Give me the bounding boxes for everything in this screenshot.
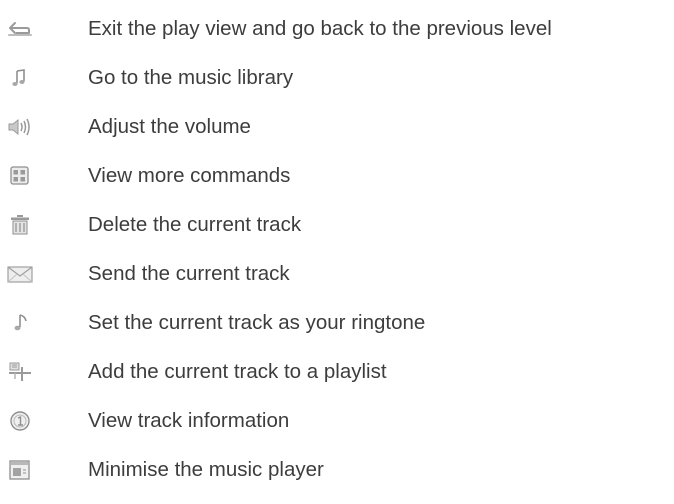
legend-label: View track information — [88, 409, 290, 432]
legend-row-send: Send the current track — [0, 255, 674, 295]
minimise-icon — [7, 459, 33, 481]
legend-label: Go to the music library — [88, 66, 294, 89]
more-commands-icon — [7, 165, 33, 187]
trash-icon — [7, 214, 33, 236]
legend-row-ringtone: Set the current track as your ringtone — [0, 304, 674, 344]
legend-label: Add the current track to a playlist — [88, 360, 387, 383]
legend-row-minimise: Minimise the music player — [0, 451, 674, 491]
icon-legend: Exit the play view and go back to the pr… — [0, 0, 674, 504]
ringtone-icon — [7, 312, 33, 334]
legend-label: Exit the play view and go back to the pr… — [88, 17, 552, 40]
legend-label: View more commands — [88, 164, 291, 187]
info-icon — [7, 410, 33, 432]
legend-label: Set the current track as your ringtone — [88, 311, 426, 334]
legend-row-music-library: Go to the music library — [0, 59, 674, 99]
envelope-icon — [7, 263, 33, 285]
add-to-playlist-icon — [7, 361, 33, 383]
music-note-icon — [7, 67, 33, 89]
legend-row-track-info: View track information — [0, 402, 674, 442]
legend-row-delete: Delete the current track — [0, 206, 674, 246]
legend-label: Delete the current track — [88, 213, 302, 236]
back-arrow-icon — [7, 18, 33, 40]
volume-icon — [7, 116, 33, 138]
legend-row-add-to-playlist: Add the current track to a playlist — [0, 353, 674, 393]
legend-label: Adjust the volume — [88, 115, 251, 138]
legend-row-exit: Exit the play view and go back to the pr… — [0, 10, 674, 50]
legend-row-volume: Adjust the volume — [0, 108, 674, 148]
legend-label: Minimise the music player — [88, 458, 324, 481]
legend-row-more-commands: View more commands — [0, 157, 674, 197]
legend-label: Send the current track — [88, 262, 290, 285]
